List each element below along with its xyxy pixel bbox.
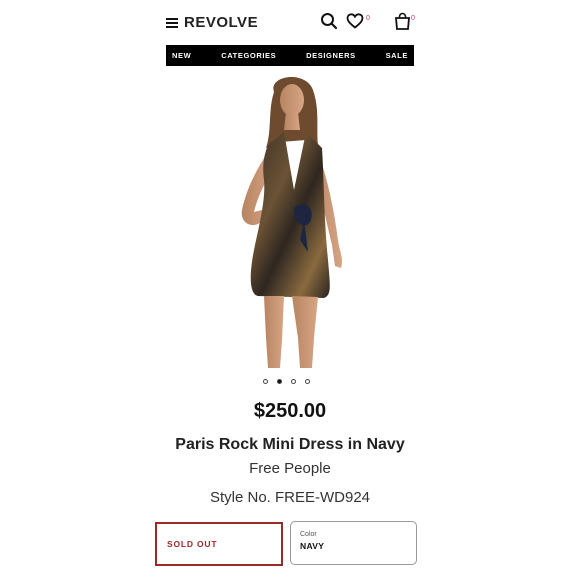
nav-designers[interactable]: DESIGNERS <box>306 51 356 60</box>
category-nav: NEW CATEGORIES DESIGNERS SALE <box>166 45 414 66</box>
product-price: $250.00 <box>253 400 327 422</box>
search-icon[interactable] <box>320 12 338 30</box>
color-label: Color <box>300 531 317 538</box>
gallery-pagination <box>263 379 310 384</box>
product-image[interactable] <box>196 70 386 370</box>
bag-count: 0 <box>411 15 415 22</box>
hamburger-menu-icon[interactable] <box>166 18 178 28</box>
shopping-bag-icon[interactable] <box>394 12 411 30</box>
product-title: Paris Rock Mini Dress in Navy <box>175 436 405 453</box>
color-value: NAVY <box>300 541 325 551</box>
color-selector[interactable]: Color NAVY <box>290 521 417 565</box>
sold-out-button[interactable]: SOLD OUT <box>155 522 283 566</box>
revolve-logo[interactable]: REVOLVE <box>184 14 258 31</box>
wishlist-count: 0 <box>366 15 370 22</box>
gallery-dot-1[interactable] <box>263 379 268 384</box>
product-style-number: Style No. FREE-WD924 <box>209 489 371 506</box>
nav-categories[interactable]: CATEGORIES <box>221 51 276 60</box>
gallery-dot-4[interactable] <box>305 379 310 384</box>
gallery-dot-2[interactable] <box>277 379 282 384</box>
nav-new[interactable]: NEW <box>172 51 191 60</box>
gallery-dot-3[interactable] <box>291 379 296 384</box>
nav-sale[interactable]: SALE <box>386 51 408 60</box>
sold-out-label: SOLD OUT <box>167 539 218 549</box>
heart-icon[interactable] <box>346 13 364 29</box>
site-header: REVOLVE 0 0 <box>166 12 416 34</box>
product-brand[interactable]: Free People <box>0 460 580 477</box>
